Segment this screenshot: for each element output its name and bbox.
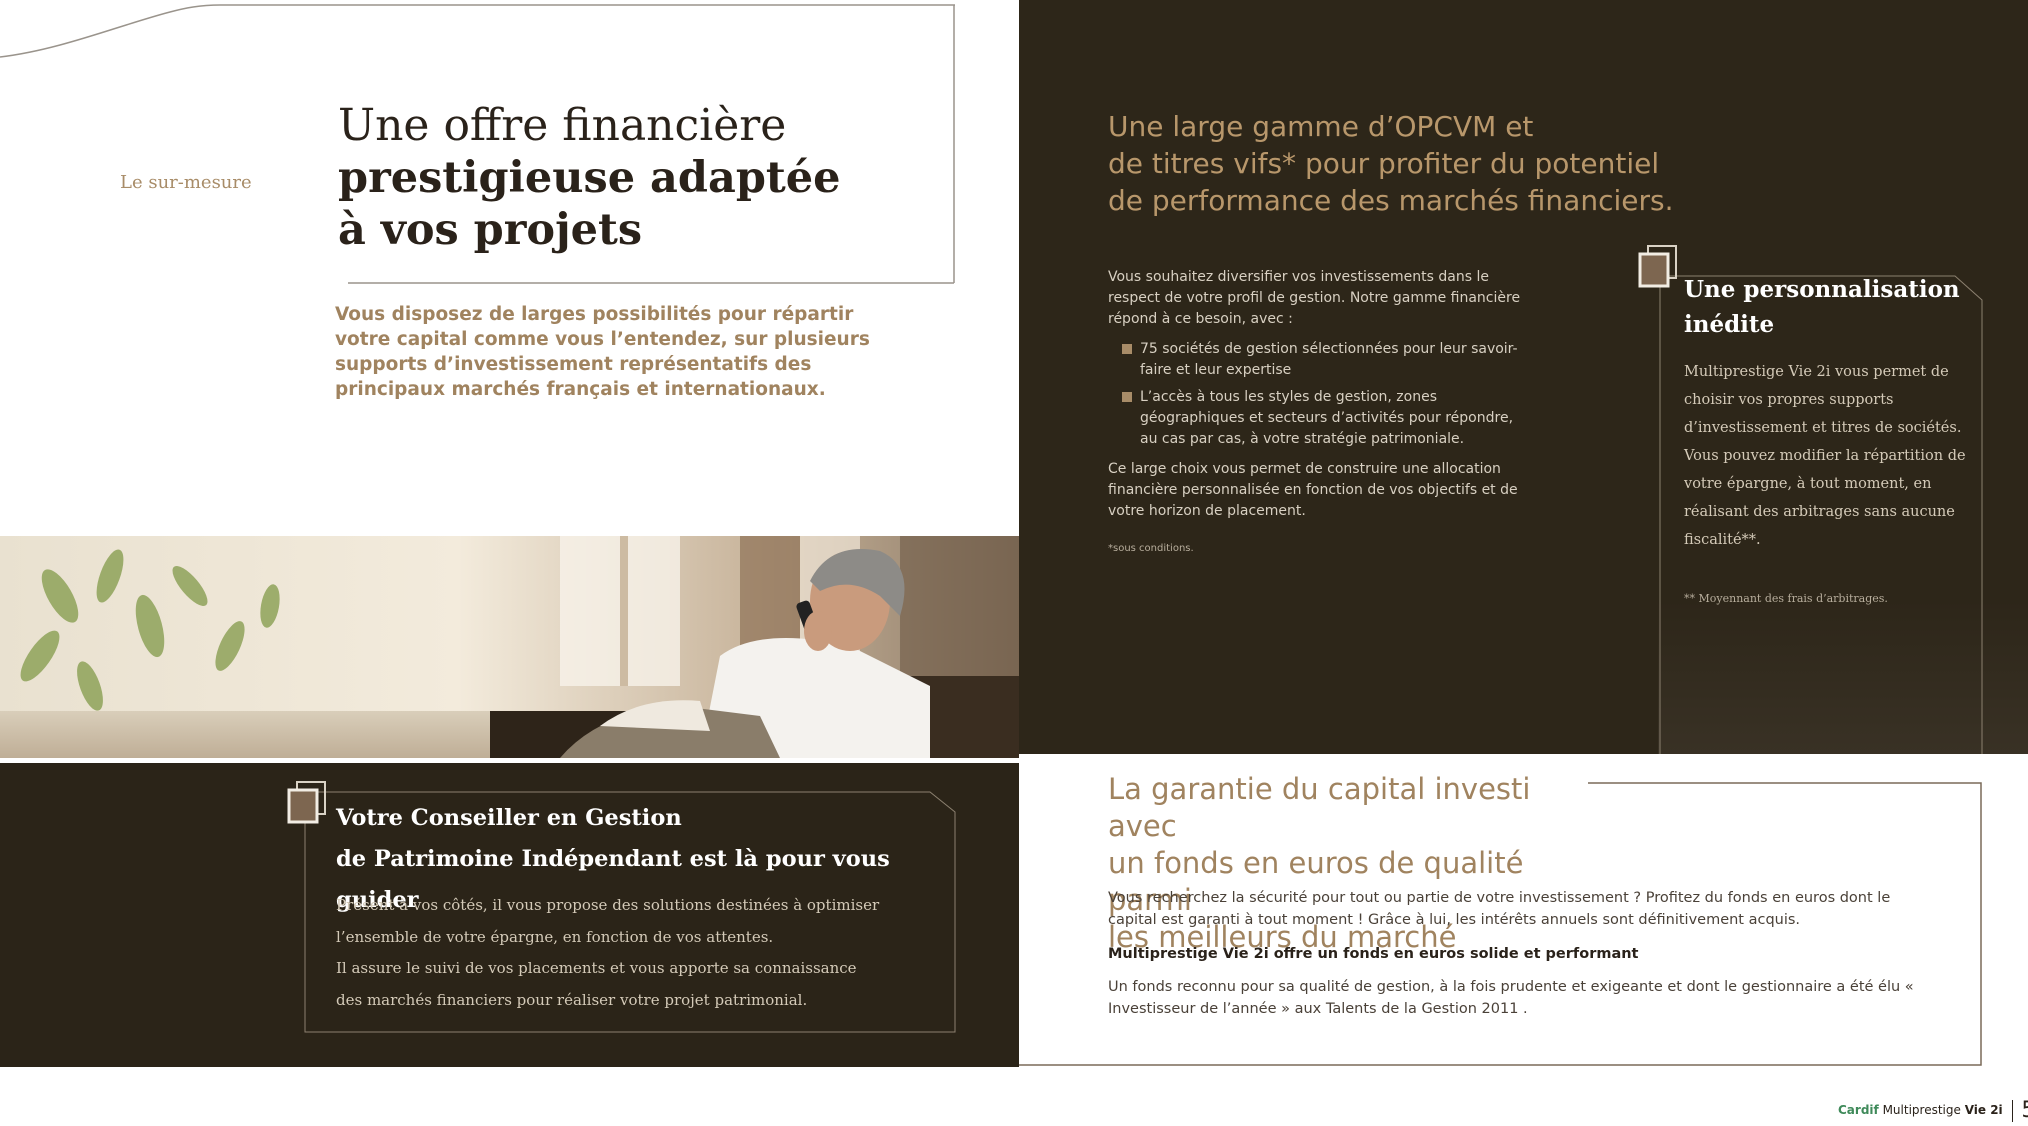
personnalisation-text: Multiprestige Vie 2i vous permet de choi… [1684, 364, 1966, 548]
businessman-photo [0, 536, 1019, 758]
advisor-text-line-1: Présent à vos côtés, il vous propose des… [336, 896, 880, 914]
opcvm-conclusion: Ce large choix vous permet de construire… [1108, 461, 1518, 519]
garantie-paragraph-1: Vous recherchez la sécurité pour tout ou… [1108, 890, 1891, 928]
opcvm-title-line-2: de titres vifs* pour profiter du potenti… [1108, 147, 1660, 180]
document-icon [287, 781, 326, 824]
title-line-2: prestigieuse adaptée [338, 153, 841, 203]
document-icon [1638, 245, 1677, 288]
page-number: 5 [2021, 1098, 2028, 1123]
advisor-text: Présent à vos côtés, il vous propose des… [336, 890, 936, 1016]
page-footer: Cardif Multiprestige Vie 2i 5 [1838, 1098, 2028, 1123]
footer-product: Multiprestige [1882, 1103, 1961, 1117]
opcvm-intro: Vous souhaitez diversifier vos investiss… [1108, 269, 1521, 327]
opcvm-title: Une large gamme d’OPCVM et de titres vif… [1108, 108, 1708, 219]
personnalisation-title-line-2: inédite [1684, 311, 1775, 338]
footer-brand: Cardif [1838, 1103, 1879, 1117]
opcvm-bullet-list: 75 sociétés de gestion sélectionnées pou… [1122, 339, 1532, 456]
square-bullet-icon [1122, 392, 1132, 402]
garantie-title-line-1: La garantie du capital investi avec [1108, 772, 1531, 843]
personnalisation-title-line-1: Une personnalisation [1684, 276, 1960, 303]
personnalisation-title: Une personnalisation inédite [1684, 272, 1974, 342]
section-tag: Le sur-mesure [120, 172, 252, 193]
garantie-paragraph-2: Un fonds reconnu pour sa qualité de gest… [1108, 979, 1914, 1017]
list-item: L’accès à tous les styles de gestion, zo… [1122, 387, 1532, 450]
intro-paragraph: Vous disposez de larges possibilités pou… [335, 304, 870, 400]
page-title: Une offre financière prestigieuse adapté… [338, 100, 938, 256]
opcvm-title-line-1: Une large gamme d’OPCVM et [1108, 110, 1534, 143]
title-line-1: Une offre financière [338, 100, 787, 151]
list-item: 75 sociétés de gestion sélectionnées pou… [1122, 339, 1532, 381]
advisor-text-line-3: Il assure le suivi de vos placements et … [336, 959, 857, 977]
personnalisation-footnote: ** Moyennant des frais d’arbitrages. [1684, 592, 1888, 605]
title-line-3: à vos projets [338, 205, 643, 255]
footer-product-suffix: Vie 2i [1964, 1103, 2003, 1117]
advisor-text-line-4: des marchés financiers pour réaliser vot… [336, 990, 808, 1009]
footer-divider [2011, 1099, 2013, 1122]
opcvm-footnote: *sous conditions. [1108, 543, 1194, 554]
opcvm-title-line-3: de performance des marchés financiers. [1108, 184, 1674, 217]
advisor-text-line-2: l’ensemble de votre épargne, en fonction… [336, 927, 774, 946]
advisor-title-line-1: Votre Conseiller en Gestion [336, 805, 682, 831]
garantie-subtitle: Multiprestige Vie 2i offre un fonds en e… [1108, 946, 1639, 962]
square-bullet-icon [1122, 344, 1132, 354]
